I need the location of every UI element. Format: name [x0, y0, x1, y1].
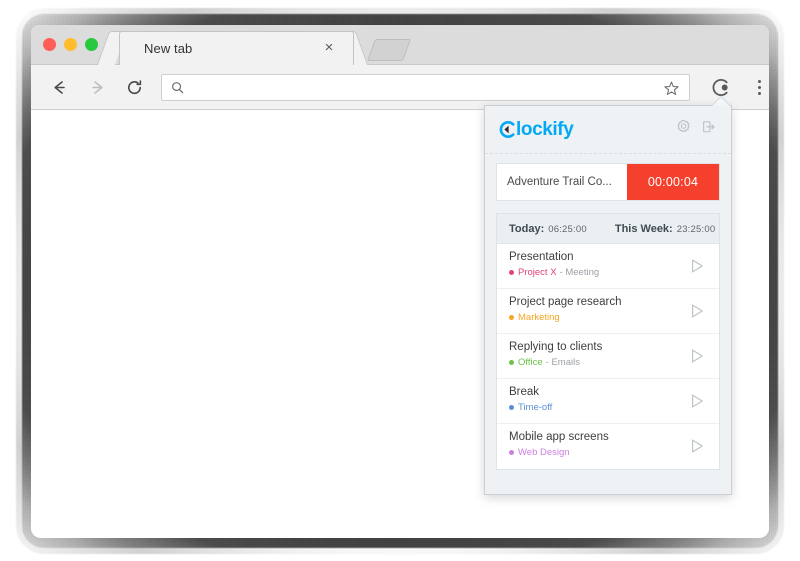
entry-task-name: - Meeting — [559, 267, 600, 278]
time-entry-row[interactable]: Mobile app screens Web Design — [497, 424, 719, 469]
three-dot-menu-icon[interactable] — [749, 74, 769, 100]
time-entry-row[interactable]: Break Time-off — [497, 379, 719, 424]
window-controls — [43, 38, 98, 51]
entry-project-name: Project X — [518, 267, 557, 278]
menu-dot — [757, 85, 761, 89]
entry-project-name: Office — [518, 357, 543, 368]
play-icon[interactable] — [688, 257, 706, 275]
star-icon[interactable] — [663, 80, 681, 98]
window-minimize-button[interactable] — [64, 38, 77, 51]
reload-icon — [128, 79, 142, 94]
address-bar[interactable] — [161, 73, 690, 101]
today-value: 06:25:00 — [548, 223, 587, 235]
week-summary: This Week: 23:25:00 — [615, 223, 715, 235]
entry-project-name: Web Design — [518, 447, 570, 458]
window-close-button[interactable] — [43, 38, 56, 51]
tab-title: New tab — [144, 41, 193, 56]
entry-project-name: Marketing — [518, 312, 560, 323]
settings-gear-icon[interactable] — [676, 119, 692, 140]
search-icon — [171, 81, 184, 94]
menu-dot — [757, 91, 761, 95]
popup-header: lockify — [485, 106, 731, 154]
project-color-dot — [509, 360, 514, 365]
tab-strip: New tab × — [31, 25, 769, 65]
play-icon[interactable] — [688, 392, 706, 410]
menu-dot — [757, 79, 761, 83]
clockify-c-mark-icon — [499, 120, 516, 139]
timer-bar: Adventure Trail Co... 00:00:04 — [496, 163, 720, 201]
project-color-dot — [509, 405, 514, 410]
window-maximize-button[interactable] — [85, 38, 98, 51]
entry-project-name: Time-off — [518, 402, 553, 413]
stop-timer-button[interactable]: 00:00:04 — [627, 164, 719, 200]
week-value: 23:25:00 — [676, 223, 716, 235]
timer-description-input[interactable]: Adventure Trail Co... — [497, 164, 627, 200]
time-summary-bar: Today: 06:25:00 This Week: 23:25:00 — [497, 214, 719, 244]
project-color-dot — [509, 315, 514, 320]
play-icon[interactable] — [688, 347, 706, 365]
screenshot-stage: New tab × lockify Adventure Trail Co... … — [0, 0, 800, 561]
tab-close-icon[interactable]: × — [321, 39, 337, 56]
reload-button[interactable] — [120, 72, 149, 102]
week-label: This Week: — [614, 222, 673, 235]
play-icon[interactable] — [688, 437, 706, 455]
back-arrow-icon — [54, 80, 66, 94]
time-entry-row[interactable]: Replying to clients Office - Emails — [497, 334, 719, 379]
project-color-dot — [509, 270, 514, 275]
clockify-logo-text: lockify — [516, 118, 574, 140]
time-entry-row[interactable]: Presentation Project X- Meeting — [497, 244, 719, 289]
entry-task-name: - Emails — [545, 357, 580, 368]
clockify-logo: lockify — [499, 118, 574, 141]
today-label: Today: — [509, 222, 545, 235]
forward-button[interactable] — [82, 72, 111, 102]
new-tab-button[interactable] — [366, 39, 412, 61]
project-color-dot — [509, 450, 514, 455]
popup-header-actions — [676, 119, 717, 140]
clockify-popup: lockify Adventure Trail Co... 00:00:04 T… — [484, 105, 732, 495]
play-icon[interactable] — [688, 302, 706, 320]
forward-arrow-icon — [91, 80, 103, 94]
logout-icon[interactable] — [701, 119, 717, 140]
time-entry-list: Presentation Project X- Meeting Project pa… — [497, 244, 719, 469]
time-entry-row[interactable]: Project page research Marketing — [497, 289, 719, 334]
browser-tab[interactable]: New tab × — [119, 31, 354, 65]
browser-toolbar — [31, 65, 769, 110]
popup-pointer-arrow — [712, 97, 730, 106]
today-summary: Today: 06:25:00 — [509, 223, 587, 235]
time-entries-card: Today: 06:25:00 This Week: 23:25:00 Pres… — [496, 213, 720, 470]
back-button[interactable] — [45, 72, 74, 102]
